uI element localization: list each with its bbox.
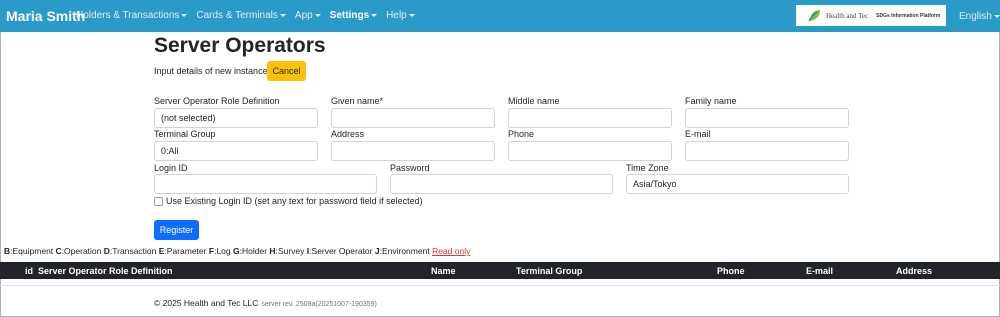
use-existing-login-checkbox[interactable] bbox=[154, 197, 163, 206]
login-id-label: Login ID bbox=[154, 163, 188, 173]
role-select[interactable]: (not selected) bbox=[154, 108, 318, 128]
time-zone-select[interactable]: Asia/Tokyo bbox=[626, 174, 849, 194]
legend-key: J bbox=[374, 246, 380, 256]
legend-text: Log bbox=[216, 246, 231, 256]
cancel-button[interactable]: Cancel bbox=[267, 61, 306, 81]
col-address[interactable]: Address bbox=[896, 266, 932, 276]
login-id-input[interactable] bbox=[154, 174, 377, 194]
intro-text: Input details of new instance. bbox=[154, 66, 271, 76]
server-revision: server rev. 2509a(20251007-190359) bbox=[261, 301, 377, 308]
family-name-input[interactable] bbox=[685, 108, 849, 128]
legend-key: F bbox=[208, 246, 215, 256]
phone-label: Phone bbox=[508, 129, 535, 139]
legend-text: Equipment bbox=[12, 246, 54, 256]
col-role-definition[interactable]: Server Operator Role Definition bbox=[38, 266, 173, 276]
legend-text: Survey bbox=[277, 246, 305, 256]
col-terminal-group[interactable]: Terminal Group bbox=[516, 266, 582, 276]
time-zone-label: Time Zone bbox=[626, 163, 669, 173]
register-button[interactable]: Register bbox=[154, 220, 199, 240]
chevron-down-icon bbox=[181, 13, 188, 17]
page-title: Server Operators bbox=[154, 34, 326, 57]
given-name-input[interactable] bbox=[331, 108, 495, 128]
col-email[interactable]: E-mail bbox=[806, 266, 833, 276]
main-menu: Holders & Transactions Cards & Terminals… bbox=[76, 10, 424, 21]
middle-name-input[interactable] bbox=[508, 108, 672, 128]
given-name-label: Given name* bbox=[331, 96, 384, 106]
col-id[interactable]: id bbox=[25, 266, 33, 276]
top-navbar: Maria Smith Holders & Transactions Cards… bbox=[0, 0, 1000, 32]
email-label: E-mail bbox=[685, 129, 711, 139]
use-existing-login-label: Use Existing Login ID (set any text for … bbox=[166, 196, 423, 206]
family-name-label: Family name bbox=[685, 96, 737, 106]
legend-text: Holder bbox=[242, 246, 268, 256]
menu-holders-transactions[interactable]: Holders & Transactions bbox=[76, 10, 188, 21]
menu-app[interactable]: App bbox=[295, 10, 321, 21]
legend-key: H bbox=[269, 246, 276, 256]
legend-key: G bbox=[233, 246, 240, 256]
user-name-brand[interactable]: Maria Smith bbox=[6, 8, 85, 24]
chevron-down-icon bbox=[371, 13, 378, 17]
menu-cards-terminals[interactable]: Cards & Terminals bbox=[196, 10, 286, 21]
legend-key: B bbox=[4, 246, 11, 256]
read-only-link[interactable]: Read only bbox=[432, 246, 470, 256]
middle-name-label: Middle name bbox=[508, 96, 560, 106]
col-name[interactable]: Name bbox=[431, 266, 456, 276]
chevron-down-icon bbox=[279, 13, 286, 17]
legend-text: Parameter bbox=[166, 246, 207, 256]
legend-key: I bbox=[306, 246, 310, 256]
address-label: Address bbox=[331, 129, 365, 139]
address-input[interactable] bbox=[331, 141, 495, 161]
password-label: Password bbox=[390, 163, 430, 173]
role-label: Server Operator Role Definition bbox=[154, 96, 280, 106]
password-input[interactable] bbox=[390, 174, 613, 194]
language-selector[interactable]: English bbox=[959, 11, 1000, 22]
permission-legend: B:Equipment C:Operation D:Transaction E:… bbox=[4, 246, 471, 256]
chevron-down-icon bbox=[993, 14, 1000, 18]
legend-text: Server Operator bbox=[311, 246, 373, 256]
legend-text: Operation bbox=[64, 246, 102, 256]
operators-table-header: id Server Operator Role Definition Name … bbox=[0, 262, 1000, 279]
logo-tagline: SDGs Information Platform bbox=[876, 12, 941, 19]
legend-key: E bbox=[158, 246, 165, 256]
legend-key: C bbox=[55, 246, 62, 256]
terminal-group-label: Terminal Group bbox=[154, 129, 216, 139]
phone-input[interactable] bbox=[508, 141, 672, 161]
copyright-text: © 2025 Health and Tec LLC bbox=[154, 298, 259, 308]
company-logo: Health and Tec SDGs Information Platform bbox=[796, 5, 946, 26]
chevron-down-icon bbox=[408, 13, 415, 17]
footer: © 2025 Health and Tec LLC server rev. 250… bbox=[154, 298, 377, 308]
table-divider bbox=[0, 285, 1000, 286]
logo-name: Health and Tec bbox=[826, 11, 869, 20]
leaf-logo-icon bbox=[808, 10, 820, 22]
legend-text: Transaction bbox=[112, 246, 157, 256]
col-phone[interactable]: Phone bbox=[717, 266, 745, 276]
chevron-down-icon bbox=[314, 13, 321, 17]
terminal-group-select[interactable]: 0:All bbox=[154, 141, 318, 161]
legend-key: D bbox=[103, 246, 110, 256]
menu-help[interactable]: Help bbox=[386, 10, 415, 21]
email-input[interactable] bbox=[685, 141, 849, 161]
legend-text: Environment bbox=[381, 246, 430, 256]
menu-settings[interactable]: Settings bbox=[330, 10, 378, 21]
